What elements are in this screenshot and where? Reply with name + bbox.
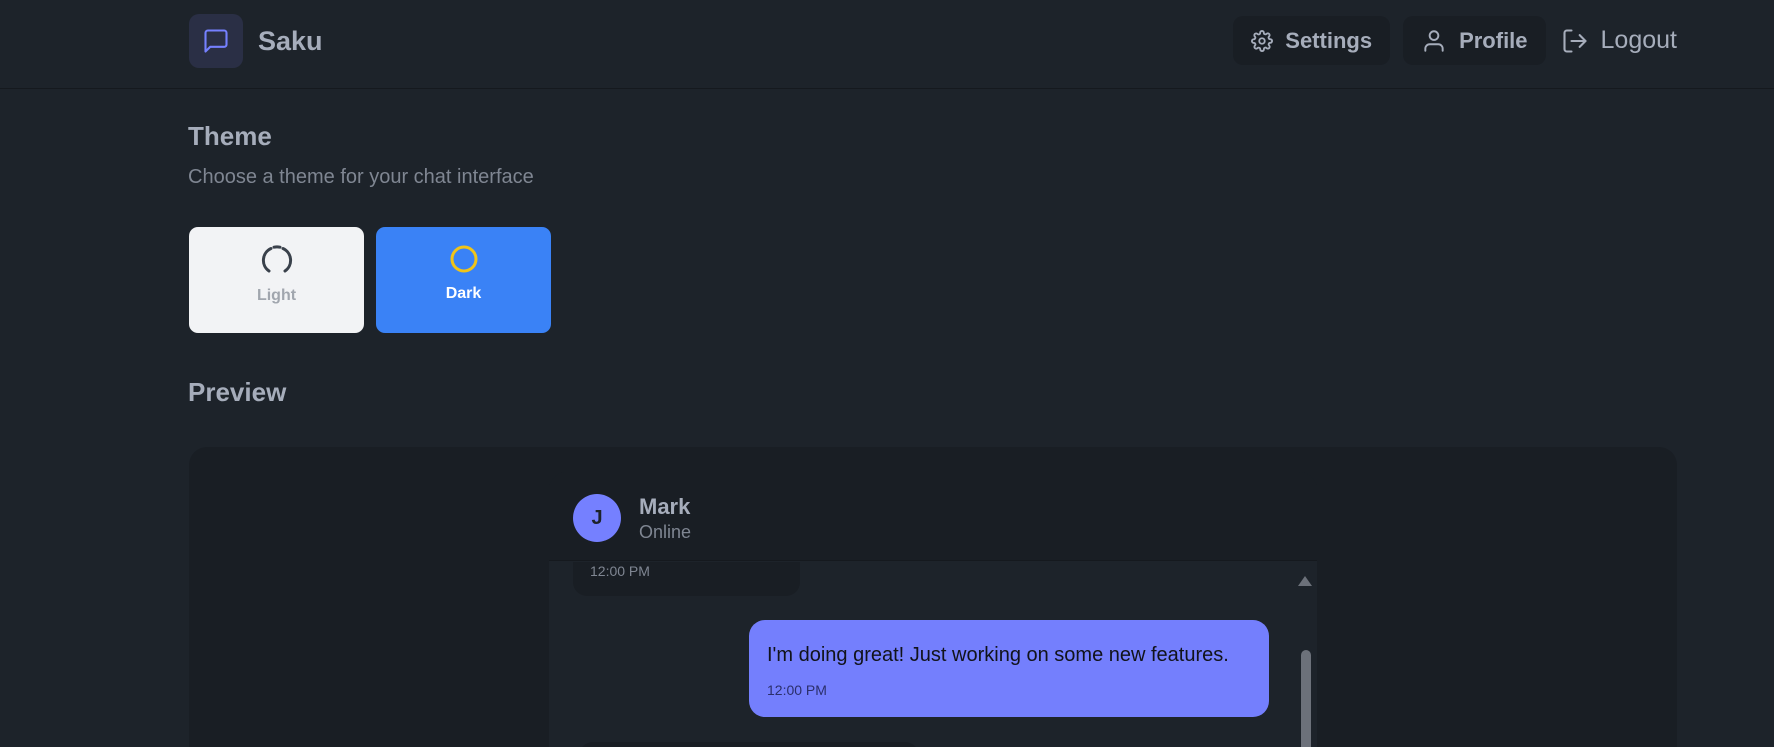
- theme-option-light[interactable]: Light: [189, 227, 364, 333]
- message-incoming: [579, 742, 919, 747]
- settings-label: Settings: [1285, 27, 1373, 53]
- avatar: J: [573, 494, 621, 542]
- theme-option-label: Light: [256, 287, 297, 304]
- logout-button[interactable]: Logout: [1559, 16, 1677, 65]
- message-time: 12:00 PM: [767, 682, 827, 698]
- nav-actions: Settings Profile Logout: [1220, 16, 1677, 65]
- preview-title: Preview: [188, 377, 287, 407]
- message-incoming: 12:00 PM: [573, 562, 800, 596]
- theme-option-dark[interactable]: Dark: [376, 227, 551, 333]
- message-outgoing: I'm doing great! Just working on some ne…: [749, 620, 1269, 717]
- gear-icon: [1251, 29, 1274, 52]
- circle-icon: [448, 243, 480, 275]
- message-square-icon: [189, 14, 243, 68]
- theme-subtitle: Choose a theme for your chat interface: [188, 166, 534, 188]
- settings-button[interactable]: Settings: [1233, 16, 1391, 65]
- loader-icon: [260, 243, 294, 277]
- contact-status: Online: [639, 522, 692, 542]
- theme-option-label: Dark: [445, 285, 482, 302]
- chat-preview-window: J Mark Online 12:00 PM I'm doing great! …: [549, 472, 1317, 747]
- message-text: I'm doing great! Just working on some ne…: [767, 644, 1229, 666]
- chat-header: J Mark Online: [549, 472, 1317, 561]
- scrollbar-thumb[interactable]: [1301, 650, 1311, 747]
- contact-name: Mark: [639, 494, 691, 519]
- message-time: 12:00 PM: [590, 563, 650, 579]
- logout-icon: [1561, 27, 1589, 55]
- navbar: Saku Settings Profile Logout: [0, 0, 1774, 89]
- brand[interactable]: Saku: [189, 14, 323, 68]
- profile-button[interactable]: Profile: [1403, 16, 1546, 65]
- app-name: Saku: [258, 25, 323, 56]
- scroll-up-arrow[interactable]: [1298, 576, 1312, 586]
- theme-grid: Light Dark: [189, 227, 563, 333]
- profile-label: Profile: [1459, 27, 1528, 53]
- theme-title: Theme: [188, 121, 272, 151]
- logout-label: Logout: [1600, 26, 1677, 54]
- user-icon: [1421, 28, 1447, 54]
